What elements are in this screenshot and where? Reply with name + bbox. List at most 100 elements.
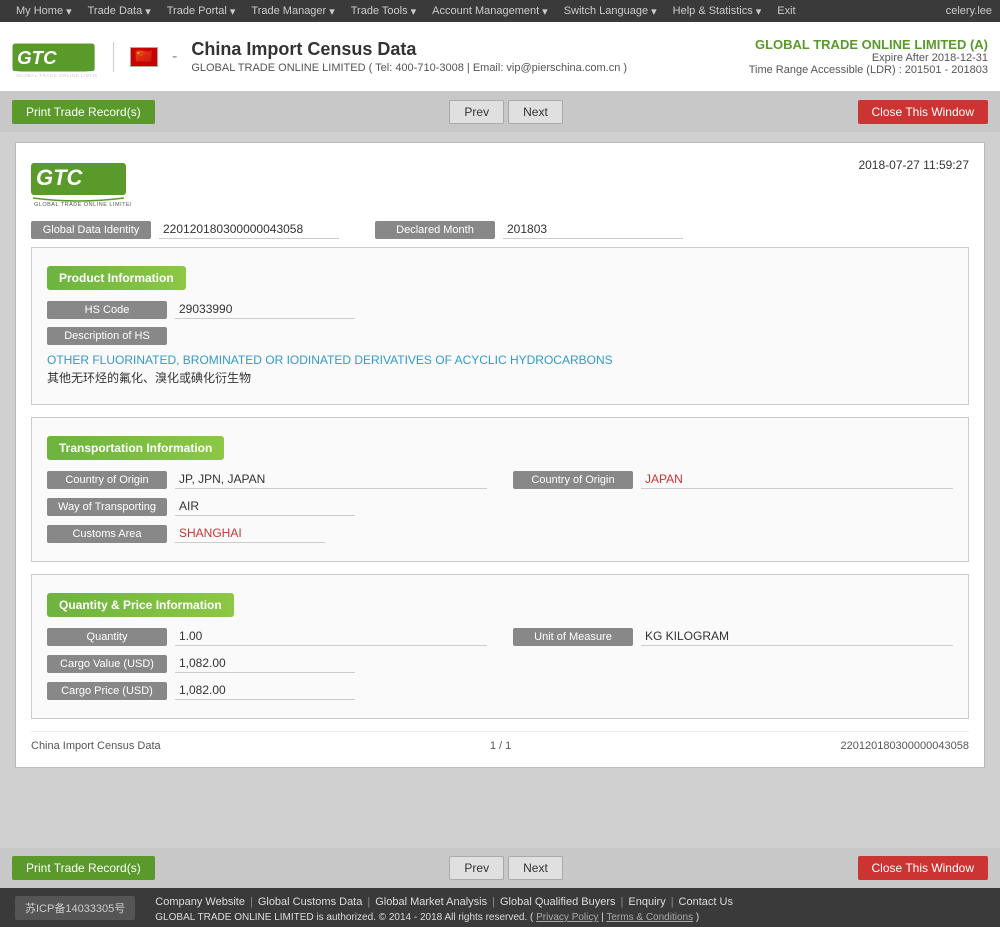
svg-text:GTC: GTC [17, 47, 57, 68]
card-logo: GTC GLOBAL TRADE ONLINE LIMITED [31, 158, 131, 208]
page-title: China Import Census Data [191, 39, 627, 60]
card-header: GTC GLOBAL TRADE ONLINE LIMITED 2018-07-… [31, 158, 969, 208]
country-origin-code-label: Country of Origin [47, 471, 167, 489]
nav-trade-manager[interactable]: Trade Manager ▾ [243, 5, 342, 18]
svg-text:GLOBAL TRADE ONLINE LIMITED: GLOBAL TRADE ONLINE LIMITED [16, 73, 97, 78]
gap-section [15, 768, 985, 828]
footer-global-buyers[interactable]: Global Qualified Buyers [500, 896, 616, 908]
global-data-identity-row: Global Data Identity 2201201803000000430… [31, 220, 969, 239]
timestamp: 2018-07-27 11:59:27 [858, 158, 969, 172]
nav-buttons-top: Prev Next [449, 100, 562, 124]
header-title-area: China Import Census Data GLOBAL TRADE ON… [191, 39, 627, 74]
right-company-name: GLOBAL TRADE ONLINE LIMITED (A) [749, 37, 988, 52]
cargo-price-row: Cargo Price (USD) 1,082.00 [47, 681, 953, 700]
footer-global-customs[interactable]: Global Customs Data [258, 896, 363, 908]
close-window-button-top[interactable]: Close This Window [858, 100, 988, 124]
nav-my-home[interactable]: My Home ▾ [8, 5, 80, 18]
cargo-value-value: 1,082.00 [175, 654, 355, 673]
cargo-price-label: Cargo Price (USD) [47, 682, 167, 700]
nav-account-management[interactable]: Account Management ▾ [424, 5, 556, 18]
nav-trade-portal[interactable]: Trade Portal ▾ [159, 5, 244, 18]
way-transporting-row: Way of Transporting AIR [47, 497, 953, 516]
footer-contact-us[interactable]: Contact Us [679, 896, 733, 908]
footer-global-market[interactable]: Global Market Analysis [375, 896, 487, 908]
print-button-bottom[interactable]: Print Trade Record(s) [12, 856, 155, 880]
footer-left-text: China Import Census Data [31, 740, 161, 752]
nav-buttons-bottom: Prev Next [449, 856, 562, 880]
customs-area-row: Customs Area SHANGHAI [47, 524, 953, 543]
quantity-price-section: Quantity & Price Information Quantity 1.… [31, 574, 969, 719]
gtc-logo: GTC GLOBAL TRADE ONLINE LIMITED [12, 36, 97, 78]
transport-info-section: Transportation Information Country of Or… [31, 417, 969, 562]
cargo-value-row: Cargo Value (USD) 1,082.00 [47, 654, 953, 673]
footer-record-id: 220120180300000043058 [841, 740, 969, 752]
quantity-label: Quantity [47, 628, 167, 646]
quantity-price-header: Quantity & Price Information [47, 593, 234, 617]
footer-terms-link[interactable]: Terms & Conditions [606, 912, 693, 923]
icp-number: 苏ICP备14033305号 [15, 896, 135, 920]
next-button-top[interactable]: Next [508, 100, 563, 124]
way-transporting-label: Way of Transporting [47, 498, 167, 516]
bottom-action-bar: Print Trade Record(s) Prev Next Close Th… [0, 848, 1000, 888]
product-info-section: Product Information HS Code 29033990 Des… [31, 247, 969, 405]
product-info-header: Product Information [47, 266, 186, 290]
way-transporting-value: AIR [175, 497, 355, 516]
nav-trade-data[interactable]: Trade Data ▾ [80, 5, 159, 18]
svg-text:GTC: GTC [36, 165, 84, 190]
country-origin-row: Country of Origin JP, JPN, JAPAN Country… [47, 470, 953, 489]
china-flag: 🇨🇳 [130, 47, 158, 67]
footer-links-row: Company Website | Global Customs Data | … [155, 896, 733, 908]
top-action-bar: Print Trade Record(s) Prev Next Close Th… [0, 92, 1000, 132]
declared-month-label: Declared Month [375, 221, 495, 239]
global-data-identity-label: Global Data Identity [31, 221, 151, 239]
prev-button-bottom[interactable]: Prev [449, 856, 504, 880]
top-nav-bar: My Home ▾ Trade Data ▾ Trade Portal ▾ Tr… [0, 0, 1000, 22]
footer-copyright: GLOBAL TRADE ONLINE LIMITED is authorize… [155, 912, 733, 923]
user-display: celery.lee [946, 5, 992, 17]
footer-company-website[interactable]: Company Website [155, 896, 245, 908]
country-origin-code-value: JP, JPN, JAPAN [175, 470, 487, 489]
transport-info-header: Transportation Information [47, 436, 224, 460]
country-origin-name-label: Country of Origin [513, 471, 633, 489]
nav-switch-language[interactable]: Switch Language ▾ [556, 5, 665, 18]
card-footer: China Import Census Data 1 / 1 220120180… [31, 731, 969, 752]
customs-area-value: SHANGHAI [175, 524, 325, 543]
nav-help-statistics[interactable]: Help & Statistics ▾ [665, 5, 770, 18]
divider [113, 42, 114, 72]
card-gtc-logo: GTC GLOBAL TRADE ONLINE LIMITED [31, 158, 131, 208]
nav-exit[interactable]: Exit [769, 5, 803, 18]
cargo-value-label: Cargo Value (USD) [47, 655, 167, 673]
close-window-button-bottom[interactable]: Close This Window [858, 856, 988, 880]
prev-button-top[interactable]: Prev [449, 100, 504, 124]
header-subtitle: GLOBAL TRADE ONLINE LIMITED ( Tel: 400-7… [191, 62, 627, 74]
header-right-info: GLOBAL TRADE ONLINE LIMITED (A) Expire A… [749, 37, 988, 76]
global-data-identity-value: 220120180300000043058 [159, 220, 339, 239]
date-range: Time Range Accessible (LDR) : 201501 - 2… [749, 64, 988, 76]
country-origin-name-value: JAPAN [641, 470, 953, 489]
title-separator: - [172, 48, 177, 66]
logo-area: GTC GLOBAL TRADE ONLINE LIMITED 🇨🇳 - Chi… [12, 36, 627, 78]
quantity-value: 1.00 [175, 627, 487, 646]
unit-measure-label: Unit of Measure [513, 628, 633, 646]
expire-info: Expire After 2018-12-31 [749, 52, 988, 64]
main-content: GTC GLOBAL TRADE ONLINE LIMITED 2018-07-… [0, 132, 1000, 838]
description-hs-row: Description of HS [47, 327, 953, 345]
unit-measure-value: KG KILOGRAM [641, 627, 953, 646]
footer-enquiry[interactable]: Enquiry [628, 896, 665, 908]
record-card: GTC GLOBAL TRADE ONLINE LIMITED 2018-07-… [15, 142, 985, 768]
cargo-price-value: 1,082.00 [175, 681, 355, 700]
nav-trade-tools[interactable]: Trade Tools ▾ [343, 5, 424, 18]
customs-area-label: Customs Area [47, 525, 167, 543]
hs-description-chinese: 其他无环烃的氟化、溴化或碘化衍生物 [47, 369, 953, 386]
declared-month-value: 201803 [503, 220, 683, 239]
footer-bar: 苏ICP备14033305号 Company Website | Global … [0, 888, 1000, 927]
footer-privacy-link[interactable]: Privacy Policy [536, 912, 598, 923]
print-button-top[interactable]: Print Trade Record(s) [12, 100, 155, 124]
desc-hs-label: Description of HS [47, 327, 167, 345]
hs-description-english: OTHER FLUORINATED, BROMINATED OR IODINAT… [47, 353, 953, 367]
header-bar: GTC GLOBAL TRADE ONLINE LIMITED 🇨🇳 - Chi… [0, 22, 1000, 92]
hs-code-label: HS Code [47, 301, 167, 319]
hs-code-value: 29033990 [175, 300, 355, 319]
next-button-bottom[interactable]: Next [508, 856, 563, 880]
footer-page-indicator: 1 / 1 [490, 740, 511, 752]
